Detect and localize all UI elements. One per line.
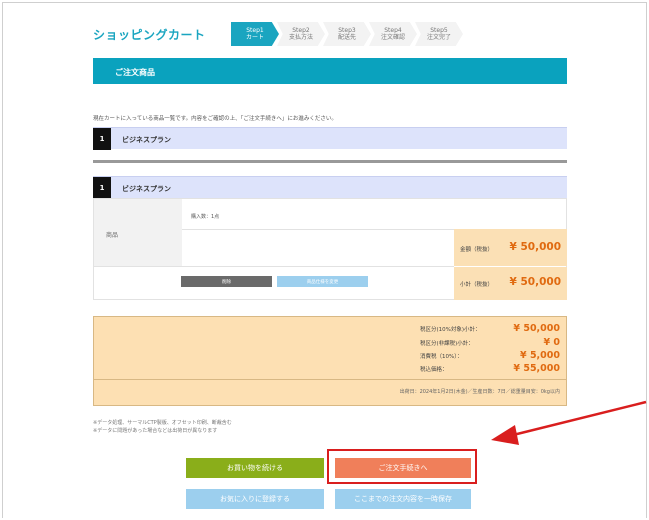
summary-label: 税区分(非課税)小計： [420,341,474,347]
step-label: 注文確認 [380,34,405,41]
step-payment: Step2 支払方法 [277,22,325,46]
note-text: ※データに問題があった場合などは出荷日が異なります [93,428,218,434]
item-header-bar: 1 ビジネスプラン [93,176,567,199]
summary-row: 税区分(10%対象)小計： ¥ 50,000 [420,323,560,335]
step-label: 注文完了 [426,34,451,41]
save-order-button[interactable]: ここまでの注文内容を一時保存 [335,489,471,509]
summary-value: ¥ 0 [543,337,560,348]
subtotal-value: ¥ 50,000 [509,276,561,288]
step-label: カート [245,34,264,41]
summary-row: 税込価格： ¥ 55,000 [420,363,560,375]
summary-row: 税区分(非課税)小計： ¥ 0 [420,337,560,349]
divider [94,379,566,380]
cart-notice: 現在カートに入っている商品一覧です。内容をご確認の上、「ご注文手続きへ」にお進み… [93,116,337,122]
step-label: 支払方法 [288,34,313,41]
plan-name: ビジネスプラン [122,136,171,144]
summary-label: 税込価格： [420,367,448,373]
amount-cell: 金額（税抜） ¥ 50,000 [454,229,567,266]
step-number: Step2 [292,27,310,34]
summary-row: 消費税（10%）： ¥ 5,000 [420,350,560,362]
highlight-box [327,449,477,484]
order-summary: 税区分(10%対象)小計： ¥ 50,000 税区分(非課税)小計： ¥ 0 消… [93,316,567,406]
amount-value: ¥ 50,000 [509,241,561,253]
note-text: ※データ処理、サーマルCTP製版、オフセット印刷、断裁含む [93,420,232,426]
summary-label: 税区分(10%対象)小計： [420,327,481,333]
checkout-steps: Step1 カート Step2 支払方法 Step3 配送先 Step4 注文確… [231,22,463,46]
subtotal-label: 小計（税抜） [460,282,494,288]
summary-value: ¥ 5,000 [520,350,560,361]
item-table: 商品 購入数：1点 金額（税抜） ¥ 50,000 削除 商品仕様を変更 小計（… [93,198,567,300]
step-number: Step3 [338,27,356,34]
summary-label: 消費税（10%）： [420,354,463,360]
subtotal-cell: 小計（税抜） ¥ 50,000 [454,267,567,300]
section-title: ご注文商品 [93,58,567,84]
step-number: Step5 [430,27,448,34]
step-cart: Step1 カート [231,22,279,46]
step-label: 配送先 [337,34,356,41]
product-label: 商品 [106,232,119,239]
divider [93,160,567,163]
page-title: ショッピングカート [93,28,206,42]
add-favorite-button[interactable]: お気に入りに登録する [186,489,324,509]
step-number: Step4 [384,27,402,34]
step-shipping: Step3 配送先 [323,22,371,46]
cart-header: ショッピングカート Step1 カート Step2 支払方法 Step3 配送先… [93,20,567,50]
change-spec-button[interactable]: 商品仕様を変更 [277,276,368,287]
continue-shopping-button[interactable]: お買い物を続ける [186,458,324,478]
step-confirm: Step4 注文確認 [369,22,417,46]
divider [182,229,454,230]
summary-value: ¥ 55,000 [513,363,560,374]
item-number: 1 [93,177,111,199]
amount-label: 金額（税抜） [460,247,494,253]
shipping-info: 出荷日：2024年1月2日(木金)／生産日数：7日／総重量目安：0kg以内 [399,389,560,395]
plan-number: 1 [93,128,111,150]
item-name: ビジネスプラン [122,185,171,193]
step-number: Step1 [246,27,264,34]
delete-button[interactable]: 削除 [181,276,272,287]
step-complete: Step5 注文完了 [415,22,463,46]
quantity-text: 購入数：1点 [191,214,220,220]
summary-value: ¥ 50,000 [513,323,560,334]
plan-summary-bar[interactable]: 1 ビジネスプラン [93,127,567,150]
product-label-cell: 商品 [94,199,182,266]
divider [94,266,454,267]
